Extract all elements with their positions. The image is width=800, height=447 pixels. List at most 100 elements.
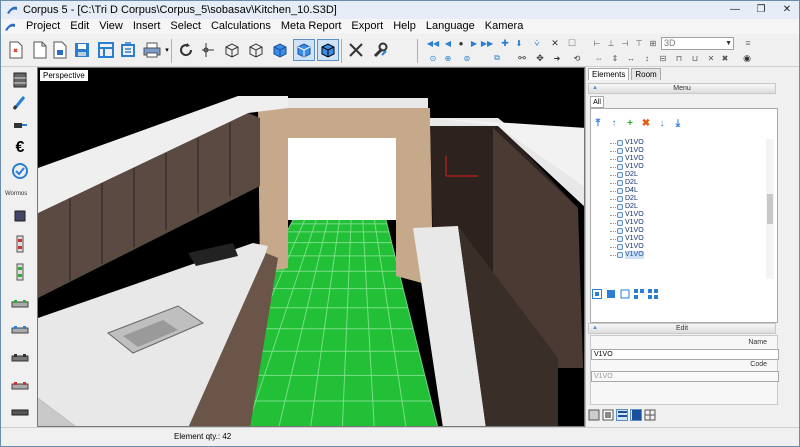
first-icon[interactable]: ◀◀ — [427, 37, 439, 49]
page-icon[interactable] — [588, 409, 600, 421]
tree-item[interactable]: V1VO — [610, 155, 766, 163]
move-icon[interactable]: ✥ — [534, 52, 546, 64]
menu-view[interactable]: View — [94, 19, 128, 34]
arrow-down-icon[interactable]: ⬇ — [513, 37, 525, 49]
export-layout-icon[interactable] — [95, 39, 117, 61]
tree-item-selected[interactable]: V1VO — [610, 251, 766, 259]
plus-select-icon[interactable]: ✚ — [499, 37, 511, 49]
copy-icon[interactable]: ⧉ — [491, 52, 503, 64]
merge-icon[interactable]: ⊔ — [689, 52, 701, 64]
cabinet-icon[interactable] — [11, 71, 29, 89]
layers-icon[interactable]: ≡ — [742, 37, 754, 49]
next-icon[interactable]: ▶ — [468, 37, 480, 49]
wrench-settings-icon[interactable] — [369, 39, 391, 61]
euro-icon[interactable]: € — [11, 139, 29, 157]
collapse-caret-icon[interactable]: ▲ — [592, 324, 598, 333]
shelf-dark-icon[interactable] — [11, 403, 29, 421]
tree-item[interactable]: D2L — [610, 195, 766, 203]
shelf-green-icon[interactable] — [11, 295, 29, 313]
subtab-all[interactable]: All — [590, 96, 604, 108]
add-icon[interactable]: + — [624, 117, 636, 129]
code-field[interactable]: V1VO — [591, 371, 779, 382]
align-middle-icon[interactable]: ⊞ — [647, 37, 659, 49]
tree-item[interactable]: V1VO — [610, 147, 766, 155]
move-bottom-icon[interactable]: ⤓ — [672, 117, 684, 129]
cube-shaded-icon[interactable] — [269, 39, 291, 61]
tree-item[interactable]: V1VO — [610, 219, 766, 227]
wireframe-view-icon[interactable] — [197, 39, 219, 61]
cube-outline-icon[interactable] — [221, 39, 243, 61]
menu-select[interactable]: Select — [165, 19, 206, 34]
menu-kamera[interactable]: Kamera — [480, 19, 529, 34]
menu-edit[interactable]: Edit — [65, 19, 94, 34]
print-icon[interactable] — [141, 39, 163, 61]
camera-reset-icon[interactable]: ⊙ — [427, 52, 439, 64]
align-right-icon[interactable]: ⊣ — [619, 37, 631, 49]
tree-item[interactable]: D2L — [610, 171, 766, 179]
tree-item[interactable]: V1VO — [610, 163, 766, 171]
brush-icon[interactable] — [11, 93, 29, 111]
new-document-icon[interactable] — [29, 39, 51, 61]
collapse-caret-icon[interactable]: ▲ — [592, 84, 598, 93]
link-icon[interactable]: ⚯ — [516, 52, 528, 64]
menu-language[interactable]: Language — [421, 19, 480, 34]
block-icon[interactable] — [11, 207, 29, 225]
view-mode-5-icon[interactable] — [648, 289, 658, 299]
space-h-icon[interactable]: ↔ — [625, 52, 637, 64]
close-button[interactable]: ✕ — [779, 2, 795, 16]
align-top-icon[interactable]: ⊤ — [633, 37, 645, 49]
align-left-icon[interactable]: ⊢ — [591, 37, 603, 49]
menu-section-header[interactable]: ▲ Menu — [588, 83, 776, 94]
report-icon[interactable] — [117, 39, 139, 61]
move-up-icon[interactable]: ↑ — [608, 117, 620, 129]
cube-hidden-lines-icon[interactable] — [245, 39, 267, 61]
tree-item[interactable]: V1VO — [610, 243, 766, 251]
list-view-icon[interactable] — [616, 409, 628, 421]
open-document-icon[interactable] — [49, 39, 71, 61]
shelf-gray-icon[interactable] — [11, 349, 29, 367]
view-mode-3-icon[interactable] — [620, 289, 630, 299]
stop-icon[interactable]: ● — [455, 37, 467, 49]
tab-room[interactable]: Room — [631, 68, 661, 80]
tools-icon[interactable] — [345, 39, 367, 61]
menu-project[interactable]: Project — [21, 19, 65, 34]
arrow-right-icon[interactable]: ➜ — [551, 52, 563, 64]
tab-elements[interactable]: Elements — [588, 68, 630, 80]
filter-icon[interactable]: ⩒ — [531, 37, 543, 49]
tree-item[interactable]: D2L — [610, 203, 766, 211]
tree-scrollbar[interactable] — [766, 139, 774, 279]
tree-item[interactable]: V1VO — [610, 211, 766, 219]
scrollbar-thumb[interactable] — [767, 194, 773, 224]
remove-icon[interactable]: ✖ — [640, 117, 652, 129]
detail-view-icon[interactable] — [630, 409, 642, 421]
distribute-v-icon[interactable]: ⇕ — [609, 52, 621, 64]
grid-view-icon[interactable] — [644, 409, 656, 421]
page-stack-icon[interactable] — [602, 409, 614, 421]
last-icon[interactable]: ▶▶ — [481, 37, 493, 49]
view-mode-4-icon[interactable] — [634, 289, 644, 299]
move-top-icon[interactable]: ⤒ — [592, 117, 604, 129]
camera-orbit-icon[interactable]: ⊕ — [442, 52, 454, 64]
menu-insert[interactable]: Insert — [128, 19, 166, 34]
restore-button[interactable]: ❐ — [753, 2, 769, 16]
view-mode-1-icon[interactable] — [592, 289, 602, 299]
menu-logo-icon[interactable] — [3, 21, 17, 33]
name-field[interactable]: V1VO — [591, 349, 779, 360]
disabled-tool-icon[interactable]: ☐ — [566, 37, 578, 49]
camera-zoom-icon[interactable]: ⊚ — [461, 52, 473, 64]
cross-tool2-icon[interactable]: ✖ — [719, 52, 731, 64]
new-project-icon[interactable] — [5, 39, 27, 61]
cross-tool-icon[interactable]: ✕ — [705, 52, 717, 64]
space-v-icon[interactable]: ↕ — [641, 52, 653, 64]
tree-item[interactable]: V1VO — [610, 139, 766, 147]
save-icon[interactable] — [71, 39, 93, 61]
prev-icon[interactable]: ◀ — [442, 37, 454, 49]
column-green-icon[interactable] — [11, 263, 29, 281]
shelf-blue-icon[interactable] — [11, 321, 29, 339]
stack-icon[interactable]: ⊟ — [657, 52, 669, 64]
align-center-icon[interactable]: ⊥ — [605, 37, 617, 49]
eye-icon[interactable]: ◉ — [741, 52, 753, 64]
menu-calculations[interactable]: Calculations — [206, 19, 276, 34]
tree-item[interactable]: D2L — [610, 179, 766, 187]
viewport-3d[interactable]: Perspective — [37, 67, 585, 427]
